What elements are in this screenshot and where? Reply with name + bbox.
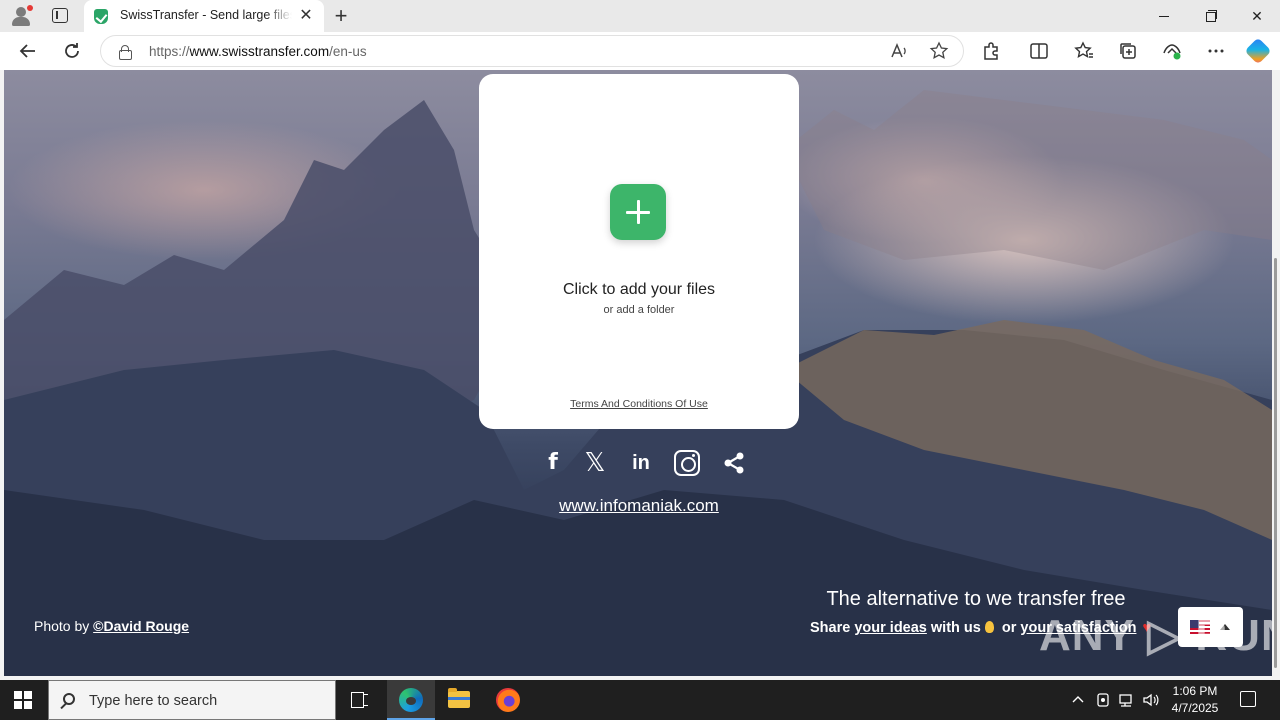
page-background: Click to add your files or add a folder …: [4, 70, 1272, 676]
split-screen-icon[interactable]: [1027, 39, 1051, 63]
infomaniak-link[interactable]: www.infomaniak.com: [479, 496, 799, 516]
new-tab-button[interactable]: +: [330, 5, 352, 27]
lock-icon[interactable]: [119, 45, 132, 60]
extensions-icon[interactable]: [979, 39, 1003, 63]
page-scrollbar[interactable]: [1272, 70, 1280, 676]
edge-taskbar-button[interactable]: [387, 680, 435, 720]
tab-actions-icon[interactable]: [52, 8, 68, 23]
back-icon[interactable]: [16, 39, 40, 63]
browser-essentials-icon[interactable]: [1160, 39, 1184, 63]
instagram-icon[interactable]: [674, 450, 700, 476]
browser-toolbar: https://www.swisstransfer.com/en-us: [0, 32, 1280, 70]
linkedin-icon[interactable]: in: [629, 448, 653, 478]
favorites-icon[interactable]: [1072, 39, 1096, 63]
firefox-icon: [496, 688, 520, 712]
tab-close-icon[interactable]: ✕: [298, 8, 314, 24]
network-icon[interactable]: [1118, 690, 1136, 713]
edge-icon: [399, 688, 423, 712]
search-icon: [63, 693, 75, 705]
windows-taskbar: Type here to search 1:06 PM 4/7/2025: [0, 680, 1280, 720]
taskbar-search-input[interactable]: Type here to search: [48, 680, 336, 720]
add-files-button[interactable]: [610, 184, 666, 240]
copilot-icon[interactable]: [1244, 37, 1272, 65]
show-hidden-icons-icon[interactable]: [1071, 690, 1085, 713]
task-view-button[interactable]: [336, 680, 384, 720]
photographer-link[interactable]: ©David Rouge: [93, 618, 189, 634]
add-files-title[interactable]: Click to add your files: [479, 281, 799, 299]
search-placeholder: Type here to search: [89, 693, 218, 709]
clock-date: 4/7/2025: [1171, 701, 1219, 715]
x-twitter-icon[interactable]: 𝕏: [582, 448, 608, 478]
clock-time: 1:06 PM: [1172, 684, 1218, 698]
device-icon[interactable]: [1095, 690, 1111, 713]
folder-icon: [448, 688, 470, 708]
tab-title: SwissTransfer - Send large files se: [120, 8, 292, 22]
lightbulb-icon: [984, 621, 994, 633]
facebook-icon[interactable]: f: [544, 448, 562, 478]
read-aloud-icon[interactable]: [889, 41, 909, 61]
firefox-taskbar-button[interactable]: [484, 680, 532, 720]
anyrun-watermark: ANY ▷ RUN: [1039, 611, 1272, 660]
minimize-button[interactable]: [1154, 6, 1174, 26]
notifications-icon[interactable]: [1240, 691, 1256, 707]
tab-strip: SwissTransfer - Send large files se ✕ + …: [0, 0, 1280, 32]
tagline: The alternative to we transfer free: [826, 588, 1126, 610]
social-links: f 𝕏 in: [544, 448, 749, 478]
profile-icon[interactable]: [10, 5, 33, 27]
add-folder-link[interactable]: or add a folder: [479, 304, 799, 316]
photo-credit: Photo by ©David Rouge: [34, 618, 190, 634]
file-explorer-button[interactable]: [435, 680, 483, 720]
close-window-button[interactable]: ✕: [1247, 6, 1267, 26]
share-ideas-link[interactable]: your ideas: [854, 620, 927, 636]
task-view-icon: [351, 692, 369, 708]
collections-icon[interactable]: [1116, 39, 1140, 63]
tab-swisstransfer[interactable]: SwissTransfer - Send large files se ✕: [84, 0, 324, 32]
restore-button[interactable]: [1200, 6, 1220, 26]
volume-icon[interactable]: [1142, 690, 1160, 713]
windows-start-icon[interactable]: [14, 691, 32, 709]
terms-link[interactable]: Terms And Conditions Of Use: [479, 398, 799, 410]
upload-card: Click to add your files or add a folder …: [479, 74, 799, 429]
share-icon[interactable]: [722, 448, 746, 478]
url-text[interactable]: https://www.swisstransfer.com/en-us: [149, 44, 367, 59]
swisstransfer-favicon-icon: [94, 9, 108, 24]
more-menu-icon[interactable]: [1204, 39, 1228, 63]
favorite-star-icon[interactable]: [929, 41, 949, 61]
refresh-icon[interactable]: [60, 39, 84, 63]
taskbar-clock[interactable]: 1:06 PM 4/7/2025: [1164, 683, 1226, 717]
address-bar[interactable]: https://www.swisstransfer.com/en-us: [100, 35, 964, 67]
